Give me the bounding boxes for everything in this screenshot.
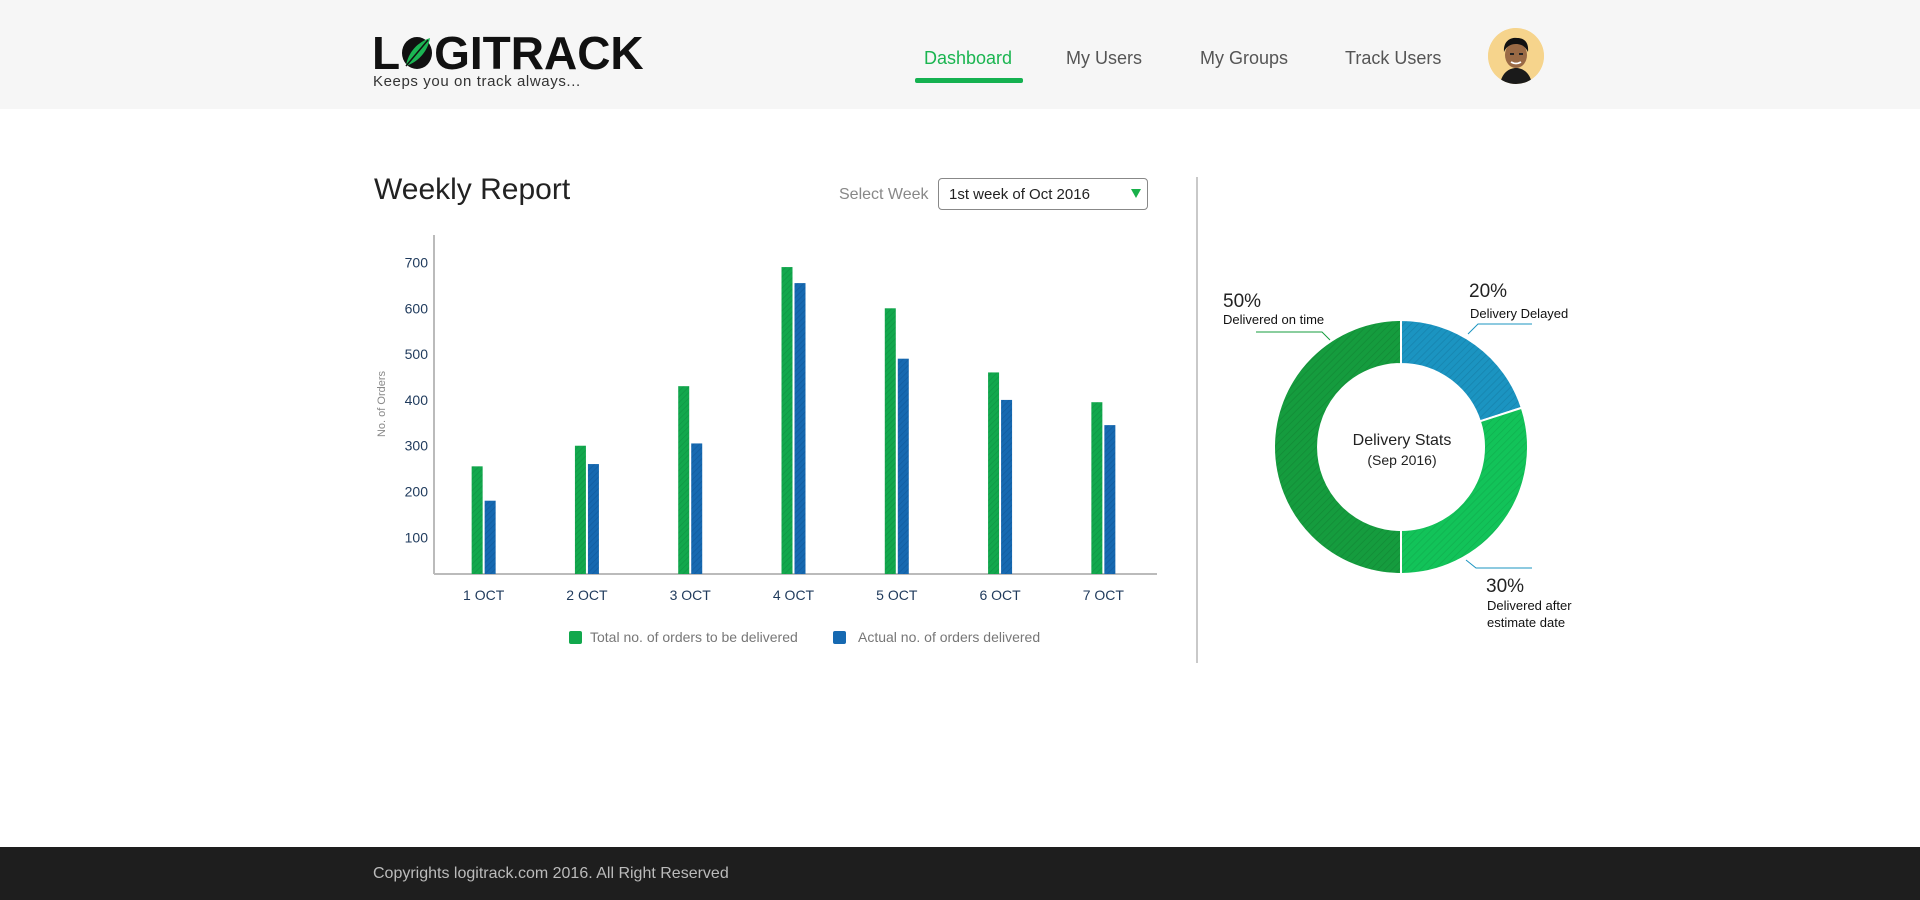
logo-wordmark: L GITRACK [372,30,644,76]
report-title: Weekly Report [374,173,571,206]
bar-actual [484,500,496,574]
bar-actual [897,358,909,574]
bar-actual [587,464,599,574]
y-tick-label: 300 [405,438,429,454]
legend-swatch-actual [833,631,846,644]
bar-total [884,308,896,574]
bar-total [781,267,793,574]
y-tick-label: 700 [405,254,429,270]
pct-on-time: 50% [1223,291,1262,312]
donut-subtitle: (Sep 2016) [1367,452,1437,468]
copyright-text: Copyrights logitrack.com 2016. All Right… [373,865,729,882]
bar-actual [691,443,703,574]
leader-line-delayed [1467,323,1532,335]
select-week-label: Select Week [839,186,929,203]
legend-actual: Actual no. of orders delivered [858,629,1041,645]
pct-delayed: 20% [1469,281,1508,302]
bar-actual [794,283,806,574]
legend-total: Total no. of orders to be delivered [590,629,798,645]
avatar-face-icon [1488,28,1544,84]
bar-total [678,386,690,574]
nav-my-groups[interactable]: My Groups [1200,48,1288,69]
bar-total [574,445,586,574]
donut-title: Delivery Stats [1352,432,1452,449]
bar-total [1091,402,1103,574]
bar-actual [1104,425,1116,574]
x-tick-label: 5 OCT [876,587,918,603]
x-tick-label: 3 OCT [670,587,712,603]
bar-total [988,372,1000,574]
leaf-icon [402,37,433,69]
user-avatar[interactable] [1488,28,1544,84]
y-tick-label: 400 [405,392,429,408]
week-select[interactable]: 1st week of Oct 2016 [938,178,1148,210]
vertical-divider [1196,177,1198,663]
y-axis-title: No. of Orders [376,370,388,437]
y-tick-label: 100 [405,529,429,545]
bar-total [471,466,483,574]
label-after-line2: estimate date [1487,615,1566,630]
nav-track-users[interactable]: Track Users [1345,48,1441,69]
tagline: Keeps you on track always... [373,73,581,90]
nav-active-indicator [915,78,1023,83]
nav-dashboard[interactable]: Dashboard [924,48,1012,69]
x-tick-label: 4 OCT [773,587,815,603]
x-tick-label: 1 OCT [463,587,505,603]
logo-text-left: L [372,27,401,79]
label-after-line1: Delivered after [1487,598,1572,613]
y-tick-label: 600 [405,300,429,316]
footer: Copyrights logitrack.com 2016. All Right… [0,847,1920,900]
logo-text-right: GITRACK [434,27,644,79]
nav-my-users[interactable]: My Users [1066,48,1142,69]
leader-line-on-time [1256,331,1331,341]
bar-actual [1001,399,1013,574]
week-select-value: 1st week of Oct 2016 [949,186,1090,203]
y-tick-label: 200 [405,484,429,500]
label-delayed: Delivery Delayed [1470,306,1569,321]
weekly-bar-chart: 100 200 300 400 500 600 700 No. of Orders 1 OCT 2… [376,235,1157,603]
x-tick-label: 7 OCT [1083,587,1125,603]
donut-slice-delayed [1400,318,1524,423]
x-tick-label: 2 OCT [566,587,608,603]
donut-center-label: Delivery Stats (Sep 2016) [1317,432,1487,468]
y-tick-label: 500 [405,346,429,362]
leader-line-after [1465,559,1532,569]
dropdown-arrow-icon [1131,189,1141,198]
label-on-time: Delivered on time [1223,312,1325,327]
pct-after: 30% [1486,576,1525,597]
legend-swatch-total [569,631,582,644]
x-tick-label: 6 OCT [979,587,1021,603]
top-header: L GITRACK Keeps you on track always... D… [0,0,1920,109]
